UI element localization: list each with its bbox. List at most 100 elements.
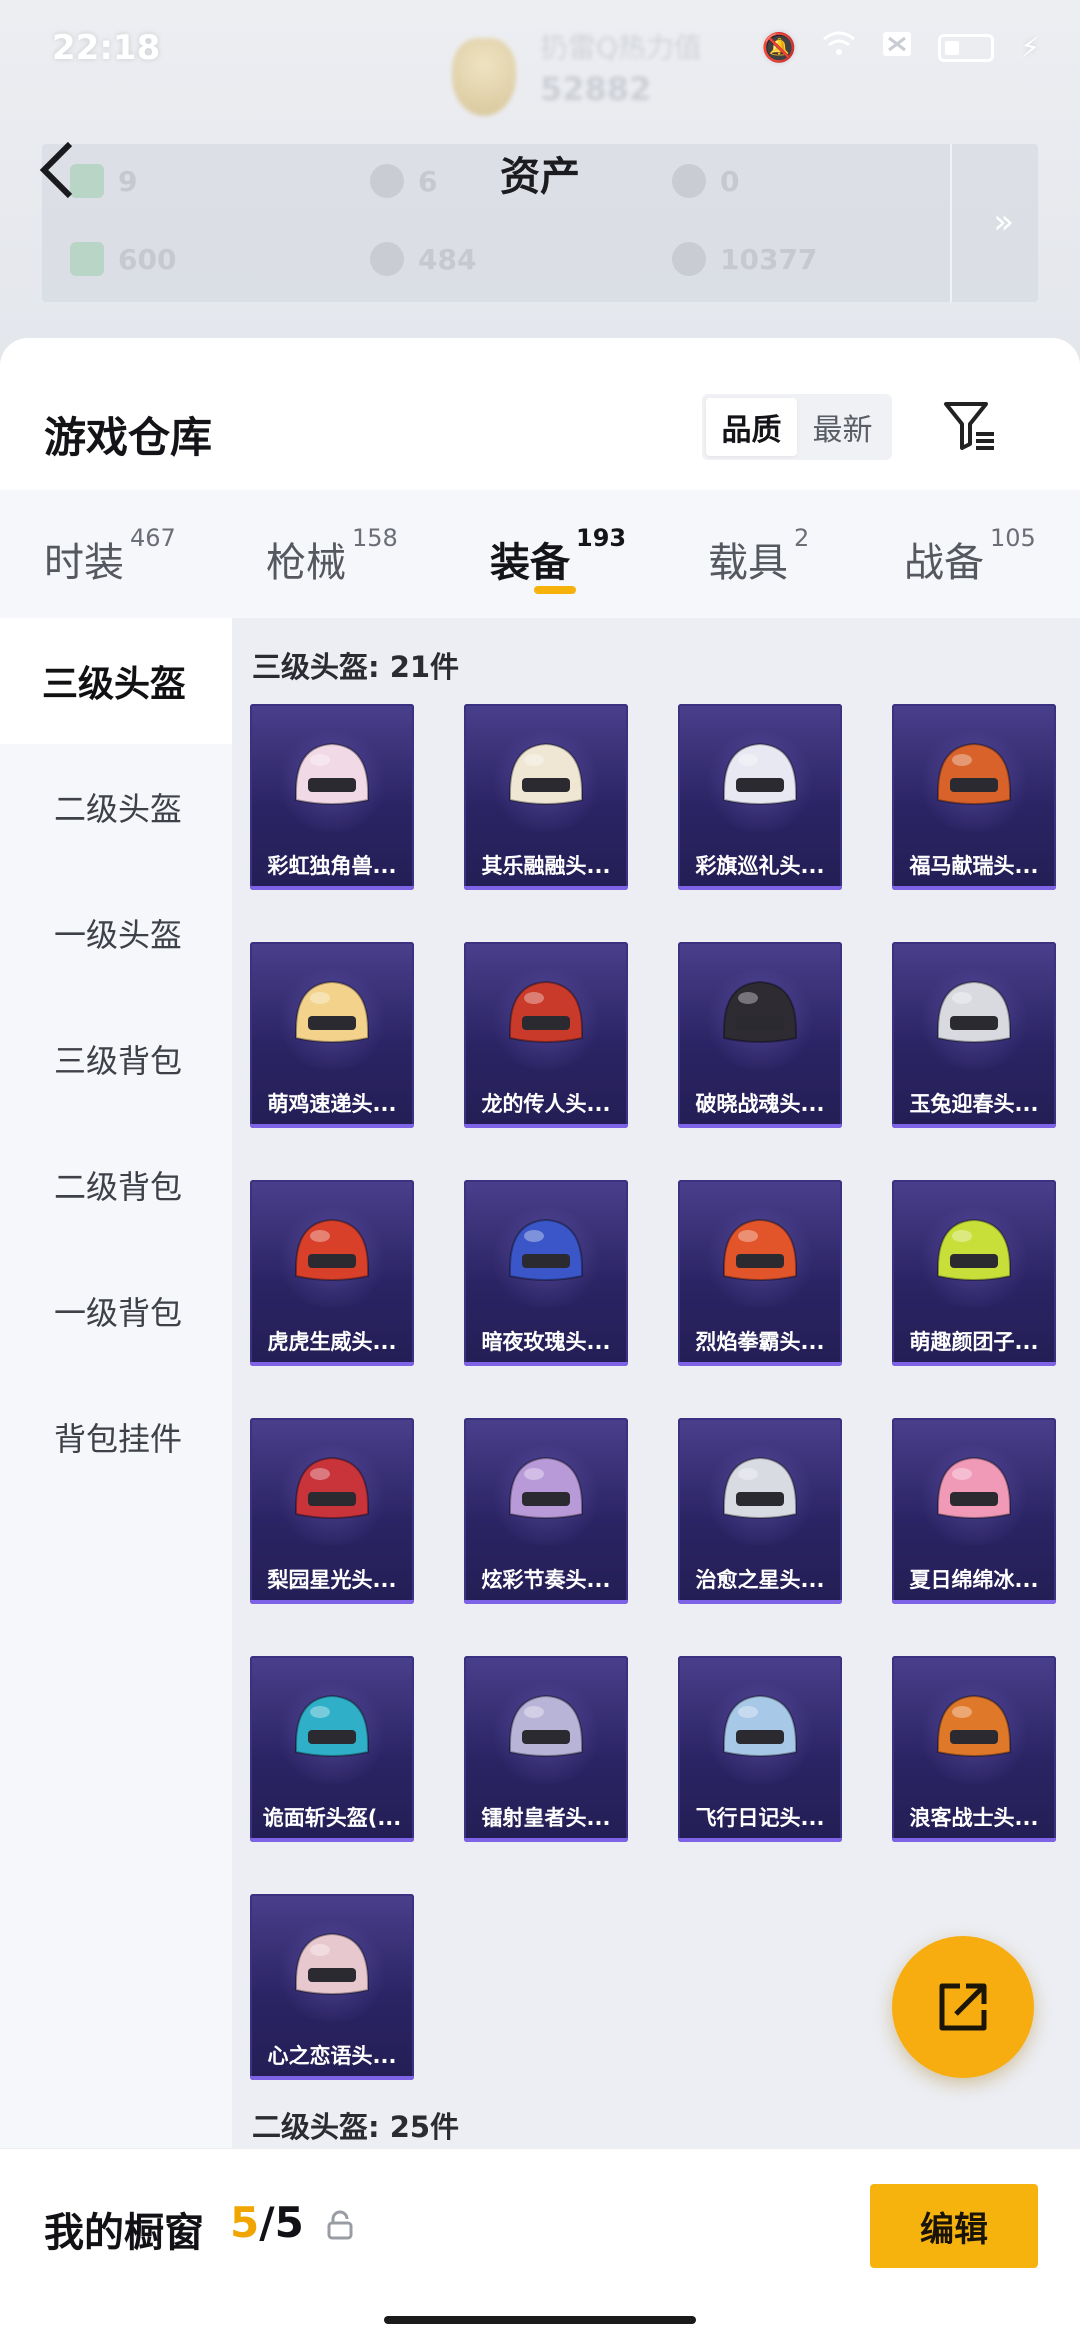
item-card[interactable]: 飞行日记头...	[678, 1656, 842, 1842]
helmet-icon	[723, 1218, 797, 1281]
filter-icon	[944, 402, 994, 450]
sort-quality-button[interactable]: 品质	[706, 398, 797, 456]
sidebar-item-backpack-charm[interactable]: 背包挂件	[0, 1374, 232, 1500]
helmet-icon	[295, 1456, 369, 1519]
warehouse-title: 游戏仓库	[44, 413, 213, 462]
helmet-icon	[723, 1694, 797, 1757]
item-name: 诡面斩头盔(...	[262, 1806, 402, 1830]
helmet-icon	[509, 1218, 583, 1281]
item-name: 福马献瑞头...	[909, 854, 1039, 878]
gold-coin-icon	[672, 242, 706, 276]
item-card[interactable]: 破晓战魂头...	[678, 942, 842, 1128]
lock-icon	[327, 2210, 353, 2240]
sort-latest-button[interactable]: 最新	[797, 398, 888, 456]
helmet-icon	[723, 980, 797, 1043]
item-card[interactable]: 彩旗巡礼头...	[678, 704, 842, 890]
helmet-icon	[509, 1694, 583, 1757]
item-card[interactable]: 心之恋语头...	[250, 1894, 414, 2080]
subcategory-sidebar: 三级头盔 二级头盔 一级头盔 三级背包 二级背包 一级背包 背包挂件	[0, 618, 232, 2148]
section-title-level3: 三级头盔: 21件	[252, 650, 460, 684]
section-title-level2: 二级头盔: 25件	[252, 2110, 460, 2144]
chevron-right-icon[interactable]: »	[993, 202, 1014, 242]
card-icon	[70, 242, 104, 276]
sidebar-item-level1-backpack[interactable]: 一级背包	[0, 1248, 232, 1374]
edit-button[interactable]: 编辑	[870, 2184, 1038, 2268]
item-card[interactable]: 炫彩节奏头...	[464, 1418, 628, 1604]
item-name: 飞行日记头...	[695, 1806, 825, 1830]
helmet-icon	[295, 1932, 369, 1995]
home-indicator	[384, 2316, 696, 2324]
helmet-icon	[937, 742, 1011, 805]
item-card[interactable]: 夏日绵绵冰...	[892, 1418, 1056, 1604]
item-name: 烈焰拳霸头...	[695, 1330, 825, 1354]
sidebar-item-level3-backpack[interactable]: 三级背包	[0, 996, 232, 1122]
item-card[interactable]: 治愈之星头...	[678, 1418, 842, 1604]
share-button[interactable]	[892, 1936, 1034, 2078]
item-card[interactable]: 诡面斩头盔(...	[250, 1656, 414, 1842]
sidebar-item-level1-helmet[interactable]: 一级头盔	[0, 870, 232, 996]
item-name: 龙的传人头...	[481, 1092, 611, 1116]
helmet-icon	[295, 980, 369, 1043]
item-card[interactable]: 烈焰拳霸头...	[678, 1180, 842, 1366]
helmet-icon	[509, 742, 583, 805]
item-name: 萌趣颜团子...	[909, 1330, 1039, 1354]
item-name: 暗夜玫瑰头...	[481, 1330, 611, 1354]
sidebar-item-level2-backpack[interactable]: 二级背包	[0, 1122, 232, 1248]
item-card[interactable]: 萌趣颜团子...	[892, 1180, 1056, 1366]
profile-header: 扔雷Q热力值 52882 22:18 🔕 ⚡ 9 6 0 600 484 103…	[0, 0, 1080, 380]
helmet-icon	[937, 1694, 1011, 1757]
item-card[interactable]: 其乐融融头...	[464, 704, 628, 890]
item-name: 其乐融融头...	[481, 854, 611, 878]
item-name: 治愈之星头...	[695, 1568, 825, 1592]
helmet-icon	[937, 1456, 1011, 1519]
item-name: 玉兔迎春头...	[909, 1092, 1039, 1116]
item-name: 彩旗巡礼头...	[695, 854, 825, 878]
item-card[interactable]: 镭射皇者头...	[464, 1656, 628, 1842]
item-card[interactable]: 福马献瑞头...	[892, 704, 1056, 890]
helmet-icon	[937, 1218, 1011, 1281]
asset-silver-coin: 484	[370, 242, 476, 276]
silver-coin-icon	[370, 242, 404, 276]
item-name: 破晓战魂头...	[695, 1092, 825, 1116]
item-name: 虎虎生威头...	[267, 1330, 397, 1354]
item-card[interactable]: 暗夜玫瑰头...	[464, 1180, 628, 1366]
status-bar: 22:18 🔕 ⚡	[0, 0, 1080, 90]
item-name: 炫彩节奏头...	[481, 1568, 611, 1592]
status-time: 22:18	[52, 28, 161, 68]
tab-weapons[interactable]: 枪械158	[266, 524, 398, 588]
charging-icon: ⚡	[1020, 31, 1040, 64]
sidebar-item-level2-helmet[interactable]: 二级头盔	[0, 744, 232, 870]
item-card[interactable]: 梨园星光头...	[250, 1418, 414, 1604]
item-name: 彩虹独角兽...	[267, 854, 397, 878]
helmet-icon	[509, 980, 583, 1043]
tab-supplies[interactable]: 战备105	[904, 524, 1036, 588]
asset-card: 600	[70, 242, 176, 276]
helmet-icon	[937, 980, 1011, 1043]
status-icons: 🔕 ⚡	[761, 30, 1040, 65]
mute-icon: 🔕	[761, 31, 797, 64]
item-name: 浪客战士头...	[909, 1806, 1039, 1830]
item-name: 心之恋语头...	[267, 2044, 397, 2068]
item-name: 夏日绵绵冰...	[909, 1568, 1039, 1592]
sidebar-item-level3-helmet[interactable]: 三级头盔	[0, 618, 232, 744]
tab-fashion[interactable]: 时装467	[44, 524, 176, 588]
item-card[interactable]: 浪客战士头...	[892, 1656, 1056, 1842]
helmet-icon	[723, 1456, 797, 1519]
sort-toggle: 品质 最新	[702, 394, 892, 460]
showcase-count: 5/5	[230, 2198, 304, 2247]
item-name: 梨园星光头...	[267, 1568, 397, 1592]
wifi-icon	[822, 30, 856, 65]
helmet-icon	[295, 1218, 369, 1281]
item-name: 镭射皇者头...	[481, 1806, 611, 1830]
item-card[interactable]: 彩虹独角兽...	[250, 704, 414, 890]
asset-gold-coin: 10377	[672, 242, 817, 276]
tab-vehicles[interactable]: 载具2	[708, 524, 809, 588]
item-card[interactable]: 玉兔迎春头...	[892, 942, 1056, 1128]
item-card[interactable]: 龙的传人头...	[464, 942, 628, 1128]
tab-equipment[interactable]: 装备193	[490, 524, 626, 588]
item-card[interactable]: 虎虎生威头...	[250, 1180, 414, 1366]
item-name: 萌鸡速递头...	[267, 1092, 397, 1116]
filter-button[interactable]	[940, 396, 1000, 456]
share-icon	[939, 1983, 987, 2031]
item-card[interactable]: 萌鸡速递头...	[250, 942, 414, 1128]
